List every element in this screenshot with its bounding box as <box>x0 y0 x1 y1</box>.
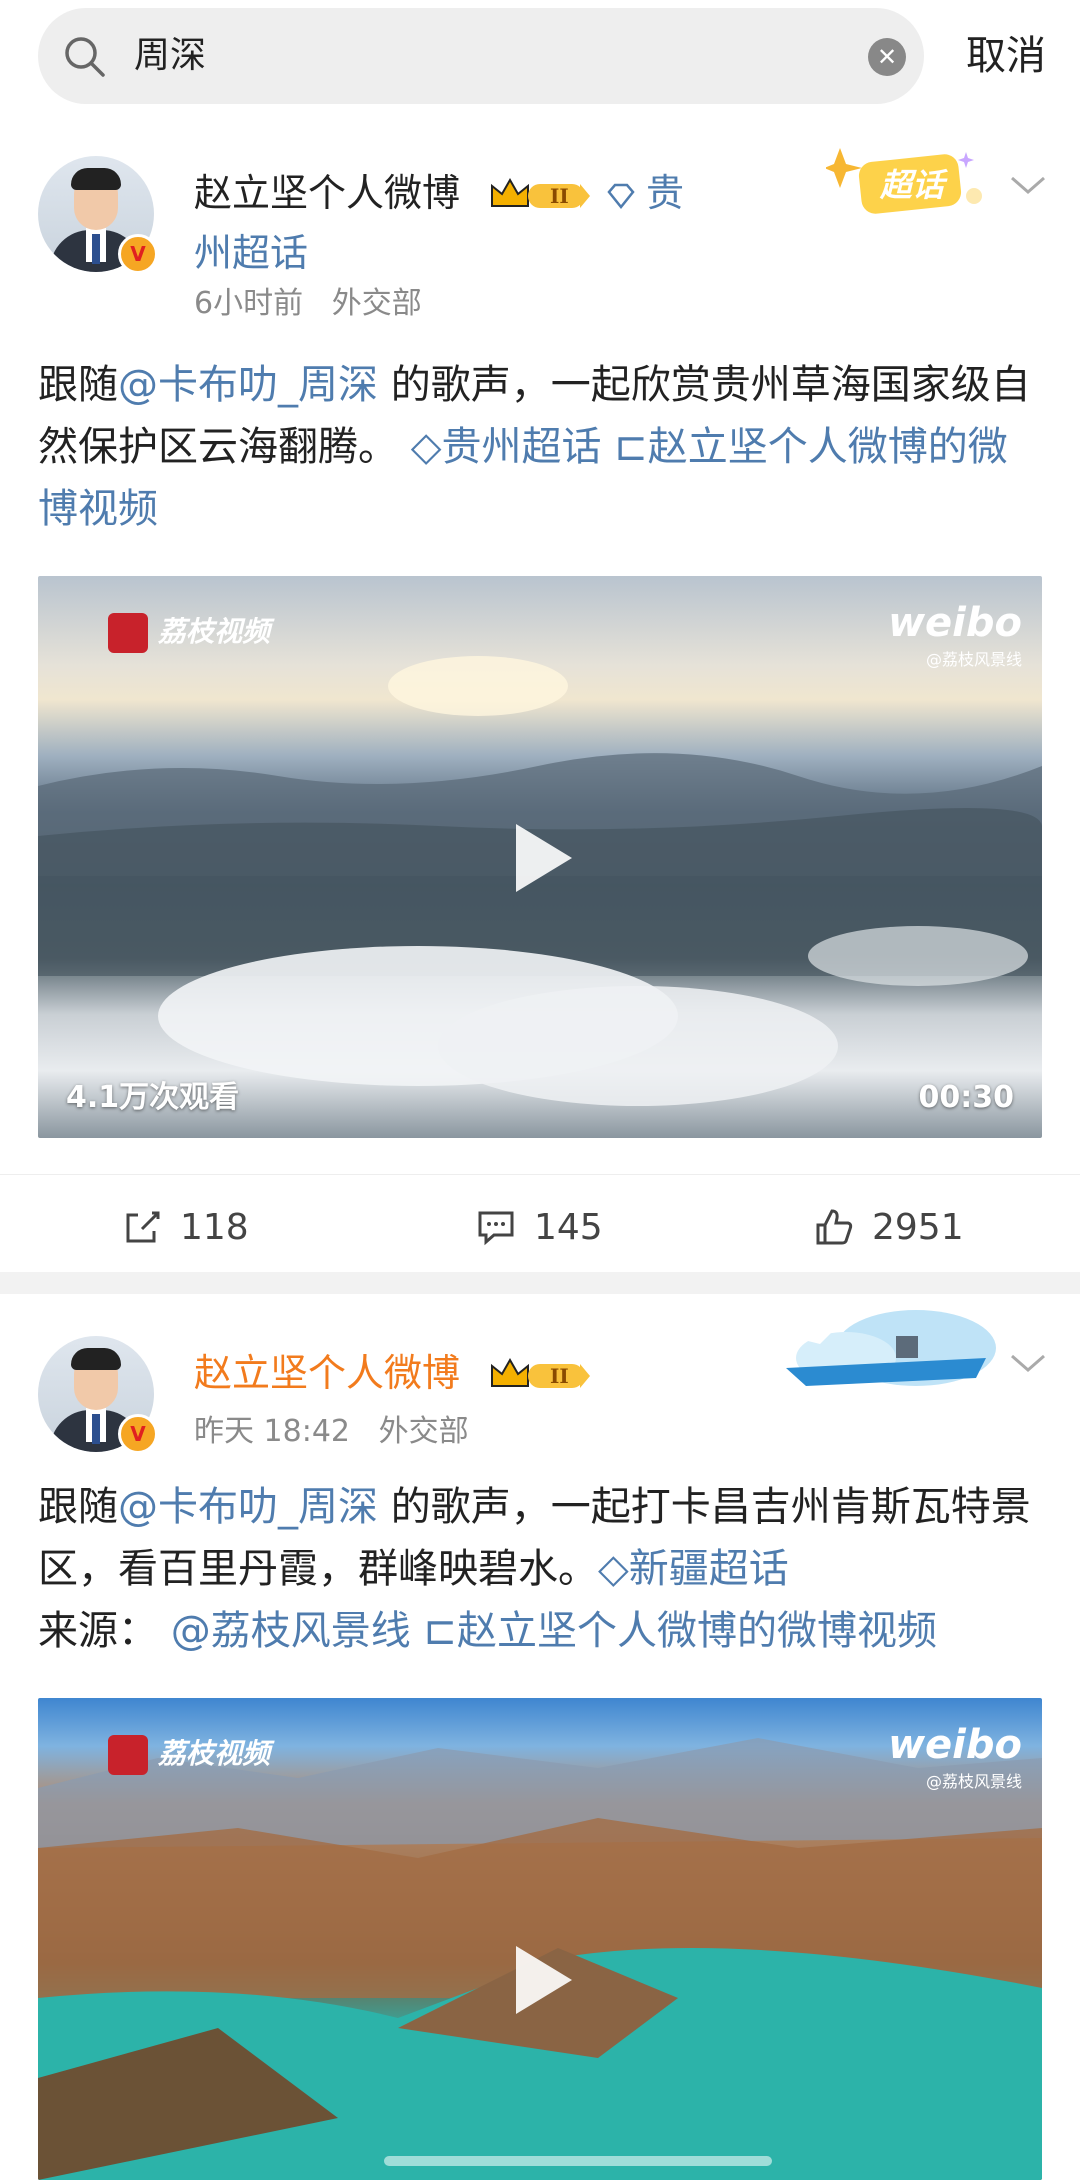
carrier-sticker-icon[interactable] <box>776 1298 1006 1398</box>
mention-link[interactable]: @卡布叻_周深 <box>118 1484 378 1530</box>
repost-button[interactable]: 118 <box>122 1199 249 1255</box>
share-icon <box>126 1211 160 1243</box>
play-icon[interactable] <box>498 816 582 900</box>
post-source: 外交部 <box>378 1414 469 1449</box>
post-text-prefix: 跟随 <box>38 362 118 408</box>
repost-count: 118 <box>180 1206 249 1248</box>
comment-button[interactable]: 145 <box>476 1199 603 1255</box>
topic-link[interactable]: ◇新疆超话 <box>598 1546 789 1592</box>
search-input[interactable]: 周深 ✕ <box>38 8 924 104</box>
search-query[interactable]: 周深 <box>134 30 206 82</box>
super-topic-sticker[interactable]: 超话 <box>824 144 986 224</box>
brand-logo-left: 荔枝视频 <box>108 1732 270 1775</box>
post-actions: 118 145 2951 <box>0 1174 1080 1275</box>
post-source: 外交部 <box>331 286 422 321</box>
post-time: 昨天 18:42 <box>194 1414 350 1449</box>
close-icon: ✕ <box>876 43 898 71</box>
video-link[interactable]: ⊏赵立坚个人微博的微博视频 <box>423 1608 937 1654</box>
author-name[interactable]: 赵立坚个人微博 <box>194 166 460 220</box>
view-count: 4.1万次观看 <box>66 1080 240 1115</box>
like-button[interactable]: 2951 <box>814 1199 964 1255</box>
post-card[interactable]: V 赵立坚个人微博 II 贵 州超话 6小时前 外交部 超话 跟随@卡布叻_周深… <box>0 110 1080 1290</box>
source-label: 来源： <box>38 1608 158 1654</box>
post-meta: 昨天 18:42 外交部 <box>194 1410 469 1454</box>
video-duration: 00:30 <box>918 1080 1015 1115</box>
brand-right-sub: @荔枝风景线 <box>925 1772 1022 1791</box>
brand-logo-right: weibo @荔枝风景线 <box>888 600 1022 670</box>
thumbs-up-icon <box>816 1209 853 1245</box>
topic-link-label: 贵州超话 <box>441 424 602 470</box>
crown-icon: II <box>491 1357 590 1388</box>
topic-link[interactable]: ◇贵州超话 <box>411 424 602 470</box>
clear-search-button[interactable]: ✕ <box>868 38 906 76</box>
brand-logo-right: weibo @荔枝风景线 <box>888 1722 1022 1792</box>
brand-left-label: 荔枝视频 <box>158 1737 271 1770</box>
brand-logo-left: 荔枝视频 <box>108 610 270 653</box>
chevron-down-icon[interactable] <box>1008 170 1048 200</box>
post-meta: 6小时前 外交部 <box>194 282 422 326</box>
post-text: 跟随@卡布叻_周深 的歌声，一起欣赏贵州草海国家级自然保护区云海翻腾。 ◇贵州超… <box>38 354 1042 540</box>
chevron-down-icon[interactable] <box>1008 1348 1048 1378</box>
cancel-button[interactable]: 取消 <box>966 28 1046 84</box>
brand-right-sub: @荔枝风景线 <box>925 650 1022 669</box>
topic-tag-part2[interactable]: 州超话 <box>194 226 308 280</box>
post-text-prefix: 跟随 <box>38 1484 118 1530</box>
play-icon[interactable] <box>498 1938 582 2022</box>
search-icon <box>65 37 105 77</box>
author-name[interactable]: 赵立坚个人微博 <box>194 1346 460 1400</box>
video-link-label: 赵立坚个人微博的微博视频 <box>456 1608 937 1654</box>
post-time: 6小时前 <box>194 286 304 321</box>
search-header: 周深 ✕ 取消 <box>0 0 1080 110</box>
comment-icon <box>478 1211 514 1246</box>
comment-count: 145 <box>534 1206 603 1248</box>
mention-link[interactable]: @卡布叻_周深 <box>118 362 378 408</box>
post-separator <box>0 1272 1080 1294</box>
source-mention-link[interactable]: @荔枝风景线 <box>171 1608 411 1654</box>
topic-diamond-icon <box>607 183 635 210</box>
topic-tag-part1[interactable]: 贵 <box>646 166 684 220</box>
video-player[interactable]: 荔枝视频 weibo @荔枝风景线 <box>38 1698 1042 2180</box>
crown-icon: II <box>491 177 590 208</box>
brand-right-label: weibo <box>888 1722 1022 1768</box>
brand-right-label: weibo <box>888 600 1022 646</box>
sticker-label: 超话 <box>880 166 945 204</box>
level-badge: II <box>550 184 569 208</box>
level-badge: II <box>550 1364 569 1388</box>
like-count: 2951 <box>872 1206 964 1248</box>
verified-icon: V <box>118 234 158 274</box>
post-text: 跟随@卡布叻_周深 的歌声，一起打卡昌吉州肯斯瓦特景区，看百里丹霞，群峰映碧水。… <box>38 1476 1042 1662</box>
verified-icon: V <box>118 1414 158 1454</box>
scroll-indicator <box>384 2156 772 2166</box>
topic-link-label: 新疆超话 <box>628 1546 789 1592</box>
brand-left-label: 荔枝视频 <box>158 615 271 648</box>
post-card[interactable]: V 赵立坚个人微博 II 昨天 18:42 外交部 跟随@卡布叻_周深 的歌声，… <box>0 1294 1080 2180</box>
video-player[interactable]: 荔枝视频 weibo @荔枝风景线 4.1万次观看 00:30 <box>38 576 1042 1138</box>
